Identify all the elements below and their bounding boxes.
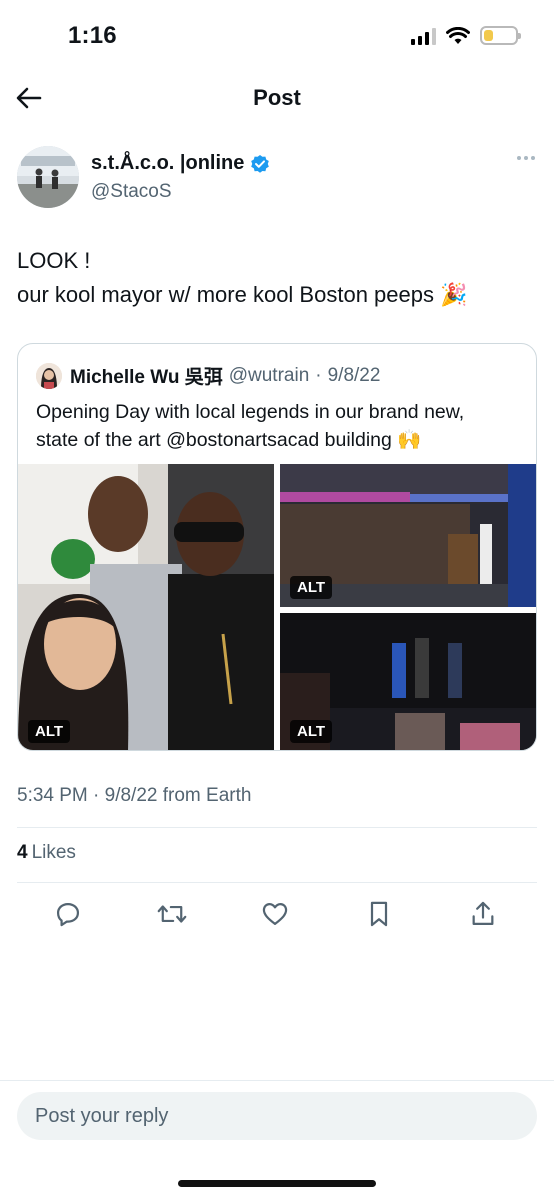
media-image-stage[interactable]: ALT [280,613,536,750]
avatar-image [17,146,79,208]
alt-badge[interactable]: ALT [290,576,333,599]
divider [17,827,537,828]
share-icon [472,901,494,926]
quoted-post-header: Michelle Wu 吳弭 @wutrain · 9/8/22 [36,362,380,389]
post-text: LOOK ! our kool mayor w/ more kool Bosto… [17,248,468,307]
repost-icon [157,905,187,923]
page-title: Post [253,85,301,110]
bookmark-icon [370,901,388,927]
media-image-auditorium[interactable]: ALT [280,464,536,607]
quoted-post[interactable]: Michelle Wu 吳弭 @wutrain · 9/8/22 Opening… [17,343,537,751]
quoted-post-text: Opening Day with local legends in our br… [36,401,465,451]
likes-label: Likes [31,842,76,863]
post-timestamp[interactable]: 5:34 PM · 9/8/22 from Earth [17,785,251,807]
action-bar [17,898,537,932]
repost-button[interactable] [156,898,188,930]
reply-icon [56,902,80,927]
author-name[interactable]: s.t.Å.c.o. |online [91,152,244,175]
reply-placeholder: Post your reply [35,1105,169,1127]
author-avatar[interactable] [17,146,79,208]
bookmark-button[interactable] [363,898,395,930]
likes-count[interactable]: 4 Likes [17,842,76,864]
share-button[interactable] [467,898,499,930]
heart-icon [262,902,288,926]
wifi-icon [446,26,470,44]
home-indicator[interactable] [178,1180,376,1187]
battery-icon [480,26,521,45]
reply-input[interactable]: Post your reply [17,1092,537,1140]
status-time: 1:16 [68,22,117,49]
quoted-author-handle: @wutrain [228,364,310,386]
top-nav: Post [0,72,554,124]
status-icons [411,26,521,45]
like-button[interactable] [259,898,291,930]
reply-button[interactable] [52,898,84,930]
likes-number: 4 [17,842,28,863]
cellular-signal-icon [411,27,436,45]
post-author: s.t.Å.c.o. |online @StacoS [17,146,537,212]
quoted-date: 9/8/22 [327,364,381,386]
divider [0,1080,554,1081]
alt-badge[interactable]: ALT [28,720,71,743]
quoted-separator: · [315,364,322,386]
quoted-author-name: Michelle Wu 吳弭 [70,367,223,388]
media-image-selfie[interactable]: ALT [18,464,274,750]
media-grid: ALT ALT ALT [18,464,536,750]
divider [17,882,537,883]
more-options-icon[interactable] [517,156,535,160]
alt-badge[interactable]: ALT [290,720,333,743]
status-bar: 1:16 [0,0,554,72]
verified-badge-icon [251,154,270,173]
quoted-author-avatar [36,362,62,389]
author-handle[interactable]: @StacoS [91,181,172,203]
